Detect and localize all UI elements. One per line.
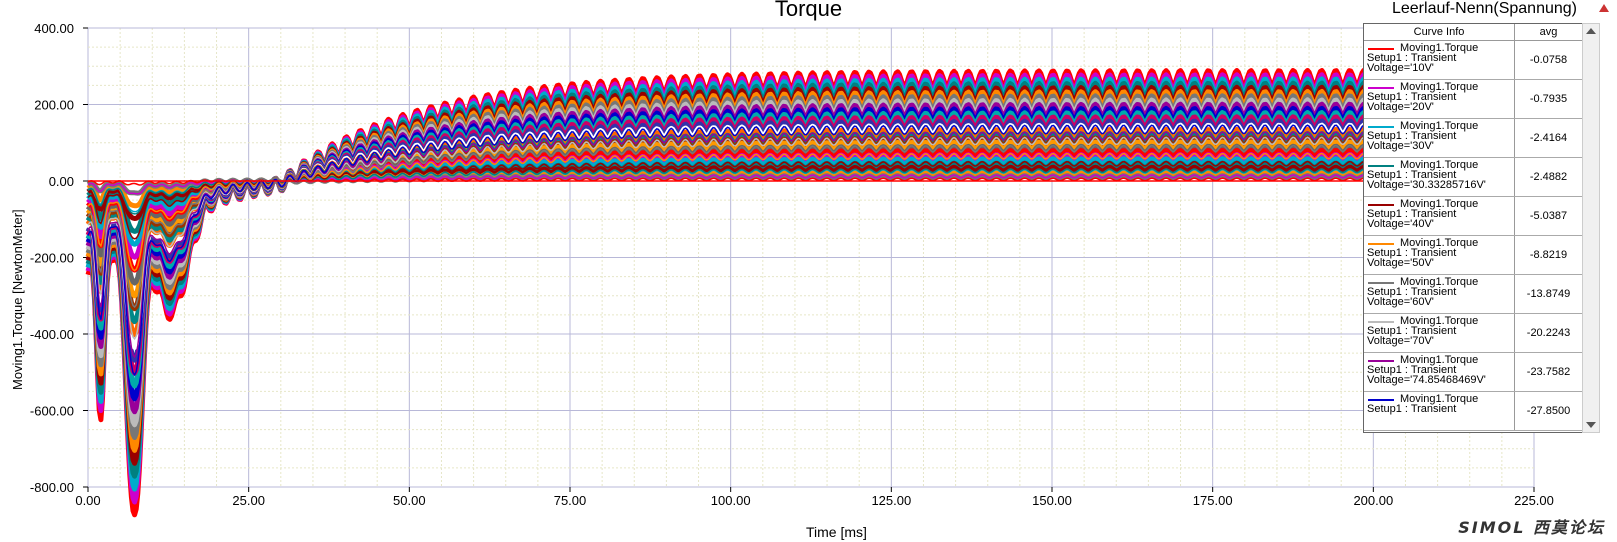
watermark-logo: SIMOL 西莫论坛 bbox=[1458, 518, 1605, 537]
legend-avg: -2.4882 bbox=[1529, 171, 1568, 183]
legend-param: Voltage='50V' bbox=[1367, 257, 1434, 269]
legend-row-info: Moving1.Torque Setup1 : Transient Voltage=… bbox=[1364, 119, 1515, 157]
legend-avg: -13.8749 bbox=[1526, 288, 1571, 300]
scroll-up-icon[interactable] bbox=[1586, 28, 1596, 34]
x-axis-label: Time [ms] bbox=[806, 524, 867, 540]
legend-swatch bbox=[1368, 87, 1394, 89]
legend-row[interactable]: Moving1.Torque Setup1 : Transient Voltage=… bbox=[1364, 80, 1582, 119]
x-tick-label: 150.00 bbox=[1032, 493, 1072, 508]
legend-header-avg: avg bbox=[1539, 26, 1558, 38]
x-tick-label: 25.00 bbox=[232, 493, 265, 508]
x-tick-label: 50.00 bbox=[393, 493, 426, 508]
x-tick-label: 125.00 bbox=[871, 493, 911, 508]
legend-param: Voltage='20V' bbox=[1367, 101, 1434, 113]
legend-avg: -0.7935 bbox=[1529, 93, 1568, 105]
legend-swatch bbox=[1368, 282, 1394, 284]
legend-row[interactable]: Moving1.Torque Setup1 : Transient Voltage=… bbox=[1364, 236, 1582, 275]
legend-avg: -23.7582 bbox=[1526, 366, 1571, 378]
y-tick-label: -600.00 bbox=[30, 404, 74, 419]
legend-row-info: Moving1.Torque Setup1 : Transient Voltage=… bbox=[1364, 158, 1515, 196]
legend-swatch bbox=[1368, 165, 1394, 167]
y-axis-label: Moving1.Torque [NewtonMeter] bbox=[10, 209, 25, 390]
chart-subtitle: Leerlauf-Nenn(Spannung) bbox=[1391, 0, 1577, 17]
legend-header-info: Curve Info bbox=[1364, 24, 1515, 40]
y-tick-label: -400.00 bbox=[30, 327, 74, 342]
legend-row-info: Moving1.Torque Setup1 : Transient Voltage=… bbox=[1364, 314, 1515, 352]
legend-row[interactable]: Moving1.Torque Setup1 : Transient Voltage=… bbox=[1364, 158, 1582, 197]
legend-param: Voltage='60V' bbox=[1367, 296, 1434, 308]
legend-row[interactable]: Moving1.Torque Setup1 : Transient Voltage=… bbox=[1364, 275, 1582, 314]
legend-avg: -8.8219 bbox=[1529, 249, 1568, 261]
legend-scrollbar[interactable] bbox=[1582, 23, 1600, 433]
y-tick-label: 0.00 bbox=[49, 174, 74, 189]
collapse-arrow-icon[interactable] bbox=[1597, 2, 1611, 16]
legend-avg: -2.4164 bbox=[1529, 132, 1568, 144]
legend-row-info: Moving1.Torque Setup1 : Transient Voltage=… bbox=[1364, 353, 1515, 391]
legend-row-info: Moving1.Torque Setup1 : Transient bbox=[1364, 392, 1515, 430]
legend-panel: Curve Info avg Moving1.Torque Setup1 : Tr… bbox=[1363, 23, 1583, 433]
legend-row[interactable]: Moving1.Torque Setup1 : Transient Voltage=… bbox=[1364, 119, 1582, 158]
y-tick-label: 200.00 bbox=[34, 98, 74, 113]
x-tick-label: 200.00 bbox=[1353, 493, 1393, 508]
legend-avg: -20.2243 bbox=[1526, 327, 1571, 339]
scroll-down-icon[interactable] bbox=[1586, 422, 1596, 428]
legend-row[interactable]: Moving1.Torque Setup1 : Transient Voltage=… bbox=[1364, 41, 1582, 80]
legend-row-info: Moving1.Torque Setup1 : Transient Voltage=… bbox=[1364, 41, 1515, 79]
legend-swatch bbox=[1368, 243, 1394, 245]
y-tick-label: -200.00 bbox=[30, 251, 74, 266]
legend-param: Voltage='70V' bbox=[1367, 335, 1434, 347]
legend-header: Curve Info avg bbox=[1364, 24, 1582, 41]
legend-param: Voltage='30V' bbox=[1367, 140, 1434, 152]
legend-param: Voltage='30.33285716V' bbox=[1367, 179, 1486, 191]
legend-swatch bbox=[1368, 360, 1394, 362]
legend-row[interactable]: Moving1.Torque Setup1 : Transient -27.8500 bbox=[1364, 392, 1582, 431]
y-tick-label: 400.00 bbox=[34, 21, 74, 36]
chart-title: Torque bbox=[774, 0, 843, 21]
legend-param: Voltage='74.85468469V' bbox=[1367, 374, 1486, 386]
legend-avg: -0.0758 bbox=[1529, 54, 1568, 66]
x-tick-label: 0.00 bbox=[75, 493, 100, 508]
legend-param: Voltage='40V' bbox=[1367, 218, 1434, 230]
legend-swatch bbox=[1368, 48, 1394, 50]
legend-swatch bbox=[1368, 126, 1394, 128]
legend-row-info: Moving1.Torque Setup1 : Transient Voltage=… bbox=[1364, 275, 1515, 313]
legend-row[interactable]: Moving1.Torque Setup1 : Transient Voltage=… bbox=[1364, 353, 1582, 392]
legend-swatch bbox=[1368, 399, 1394, 401]
legend-param: Voltage='10V' bbox=[1367, 62, 1434, 74]
legend-row-info: Moving1.Torque Setup1 : Transient Voltage=… bbox=[1364, 197, 1515, 235]
legend-row-info: Moving1.Torque Setup1 : Transient Voltage=… bbox=[1364, 80, 1515, 118]
x-tick-label: 75.00 bbox=[554, 493, 587, 508]
legend-swatch bbox=[1368, 204, 1394, 206]
y-tick-label: -800.00 bbox=[30, 480, 74, 495]
legend-avg: -5.0387 bbox=[1529, 210, 1568, 222]
x-tick-label: 100.00 bbox=[711, 493, 751, 508]
legend-row[interactable]: Moving1.Torque Setup1 : Transient Voltage=… bbox=[1364, 197, 1582, 236]
legend-swatch bbox=[1368, 321, 1394, 323]
legend-row-info: Moving1.Torque Setup1 : Transient Voltage=… bbox=[1364, 236, 1515, 274]
legend-avg: -27.8500 bbox=[1526, 405, 1571, 417]
legend-setup: Setup1 : Transient bbox=[1367, 403, 1457, 415]
x-tick-label: 175.00 bbox=[1193, 493, 1233, 508]
legend-row[interactable]: Moving1.Torque Setup1 : Transient Voltage=… bbox=[1364, 314, 1582, 353]
x-tick-label: 225.00 bbox=[1514, 493, 1554, 508]
